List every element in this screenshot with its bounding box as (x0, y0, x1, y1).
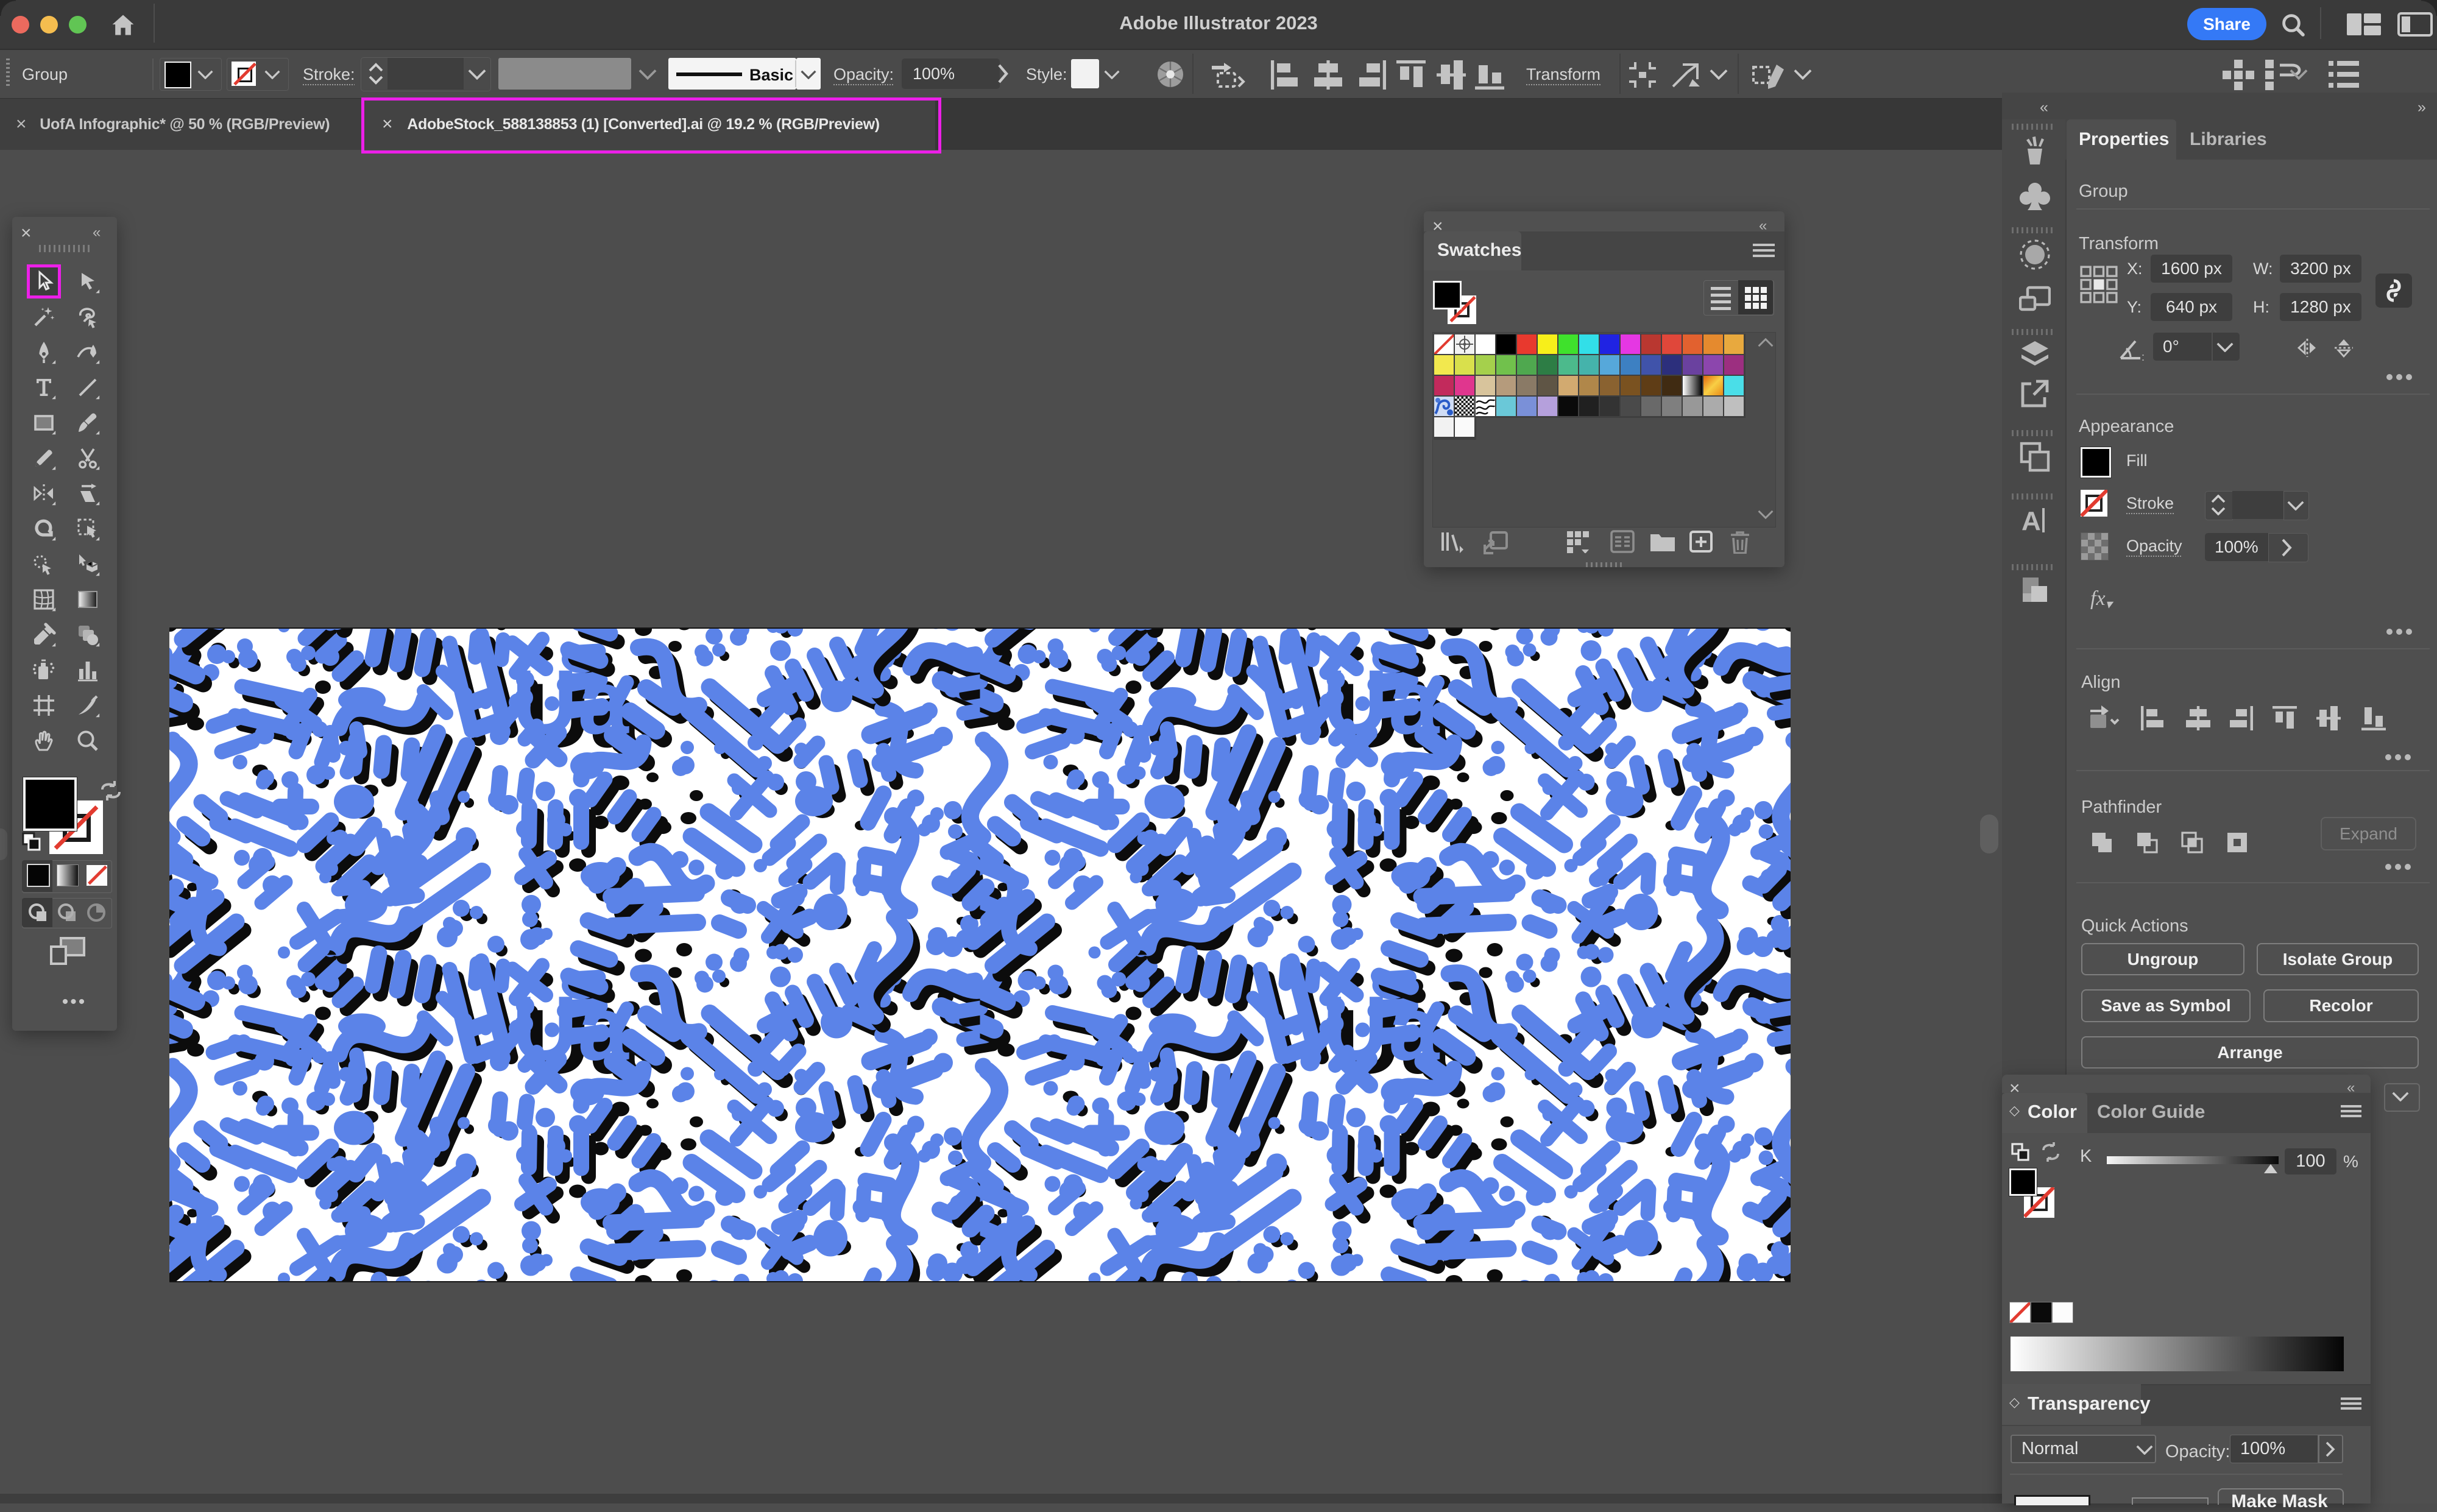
svg-text::: : (2142, 351, 2145, 361)
svg-text:A: A (2021, 506, 2041, 536)
